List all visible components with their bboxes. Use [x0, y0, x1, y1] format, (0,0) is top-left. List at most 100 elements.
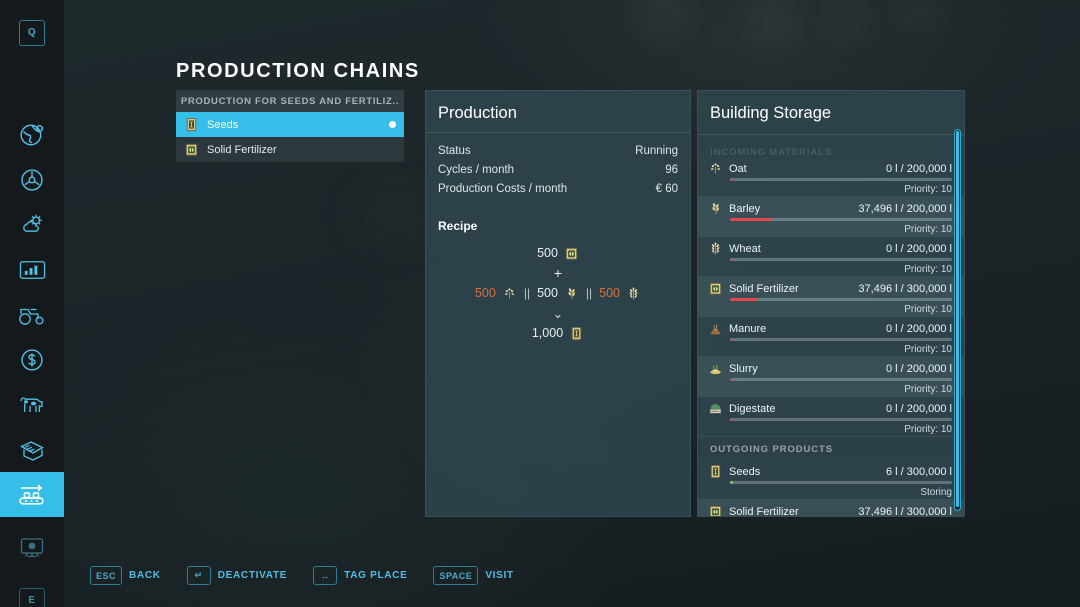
bg-blob [750, 0, 792, 42]
divider [698, 134, 964, 135]
help-label: DEACTIVATE [217, 570, 288, 581]
storage-scrollbar[interactable] [954, 129, 961, 511]
help-item-tag-place[interactable]: ↔ TAG PLACE [313, 566, 407, 585]
help-item-visit[interactable]: SPACE VISIT [433, 566, 513, 585]
help-item-deactivate[interactable]: ↵ DEACTIVATE [186, 566, 288, 585]
storage-item-quantity: 0 l / 200,000 l [885, 402, 952, 415]
sidebar-item-vehicles[interactable] [0, 292, 64, 337]
digestate-icon [708, 401, 723, 416]
documents-icon [18, 437, 46, 463]
barley-icon [708, 201, 723, 216]
bar-chart-icon [19, 259, 46, 281]
steering-wheel-icon [19, 167, 45, 193]
section-header-incoming: INCOMING MATERIALS [710, 147, 833, 157]
storage-item-status: Priority: 10 [904, 423, 952, 435]
weather-cloud-sun-icon [19, 211, 46, 238]
storage-item-quantity: 0 l / 200,000 l [885, 362, 952, 375]
storage-row[interactable]: Manure 0 l / 200,000 l Priority: 10 [698, 317, 964, 356]
tractor-icon [17, 303, 47, 327]
recipe-amount-output: 1,000 [531, 326, 564, 340]
sidebar-item-production[interactable] [0, 472, 64, 517]
fertilizer-bag-icon [708, 504, 723, 516]
chain-list-header: PRODUCTION FOR SEEDS AND FERTILIZ.. [176, 90, 404, 112]
help-label: VISIT [485, 570, 514, 581]
fertilizer-bag-icon [708, 281, 723, 296]
recipe-input-primary: 500 [438, 243, 678, 263]
storage-row[interactable]: Slurry 0 l / 200,000 l Priority: 10 [698, 357, 964, 396]
storage-item-quantity: 37,496 l / 300,000 l [858, 282, 952, 295]
key-q-icon: Q [19, 19, 45, 46]
recipe-body: 500 + 500 || 500 || 500 ⌄ 1,000 [426, 233, 690, 343]
stat-value: Running [635, 145, 678, 157]
recipe-separator: || [523, 286, 531, 300]
key-esc-icon: ESC [90, 566, 123, 585]
storage-row[interactable]: Oat 0 l / 200,000 l Priority: 10 [698, 157, 964, 196]
storage-list[interactable]: INCOMING MATERIALS Oat 0 l / 200,000 l Pri… [698, 147, 964, 516]
sidebar-item-statistics[interactable] [0, 247, 64, 292]
sidebar-item-vehicles-steering[interactable] [0, 157, 64, 202]
production-stats: Status Running Cycles / month 96 Product… [426, 133, 690, 199]
barley-icon [564, 286, 579, 301]
chain-list-item-seeds[interactable]: Seeds [176, 112, 404, 137]
page-title: PRODUCTION CHAINS [176, 60, 420, 82]
sidebar-item-finances[interactable] [0, 337, 64, 382]
recipe-separator: || [585, 286, 593, 300]
storage-item-name: Wheat [729, 242, 761, 255]
sidebar-item-interact[interactable]: E [0, 578, 64, 607]
production-panel: Production Status Running Cycles / month… [425, 90, 691, 517]
sidebar-item-quick-menu[interactable]: Q [0, 10, 64, 55]
slurry-icon [708, 361, 723, 376]
storage-item-name: Manure [729, 322, 767, 335]
production-panel-title: Production [438, 104, 517, 122]
bg-blob [640, 0, 686, 34]
storage-panel-title: Building Storage [710, 104, 832, 122]
section-header-outgoing: OUTGOING PRODUCTS [710, 444, 833, 455]
storage-item-status: Priority: 10 [904, 383, 952, 395]
fill-level-bar [730, 178, 952, 181]
scrollbar-thumb[interactable] [956, 131, 959, 507]
wheat-icon [708, 241, 723, 256]
fertilizer-bag-icon [184, 142, 199, 157]
stat-value: 96 [665, 164, 678, 176]
chain-list-item-solid-fertilizer[interactable]: Solid Fertilizer [176, 137, 404, 162]
cow-icon [17, 393, 47, 417]
stat-row-costs: Production Costs / month € 60 [438, 180, 678, 199]
sidebar-item-display[interactable] [0, 525, 64, 570]
game-hud-root: Q E PRODUCTION CHAINS PRODUCTION FOR SEE… [0, 0, 1080, 607]
sidebar-item-map[interactable] [0, 112, 64, 157]
help-bar: ESC BACK ↵ DEACTIVATE ↔ TAG PLACE SPACE … [90, 566, 514, 585]
manure-icon [708, 321, 723, 336]
storage-row[interactable]: Seeds 6 l / 300,000 l Storing [698, 460, 964, 499]
storage-row[interactable]: Barley 37,496 l / 200,000 l Priority: 10 [698, 197, 964, 236]
sidebar-item-animals[interactable] [0, 382, 64, 427]
seeds-bag-icon [708, 464, 723, 479]
chain-item-label: Seeds [207, 118, 239, 131]
seeds-bag-icon [184, 117, 199, 132]
sidebar-item-contracts[interactable] [0, 427, 64, 472]
help-label: BACK [129, 570, 161, 581]
bg-blob [900, 0, 940, 28]
storage-item-quantity: 0 l / 200,000 l [885, 322, 952, 335]
storage-row[interactable]: Digestate 0 l / 200,000 l Priority: 10 [698, 397, 964, 436]
storage-row[interactable]: Solid Fertilizer 37,496 l / 300,000 l Prio… [698, 277, 964, 316]
stat-value: € 60 [655, 183, 678, 195]
storage-item-status: Priority: 10 [904, 263, 952, 275]
storage-item-quantity: 0 l / 200,000 l [885, 162, 952, 175]
sidebar-item-weather[interactable] [0, 202, 64, 247]
storage-item-status: Priority: 10 [904, 183, 952, 195]
storage-item-name: Solid Fertilizer [729, 505, 799, 517]
storage-item-quantity: 37,496 l / 200,000 l [858, 202, 952, 215]
key-e-label: E [28, 595, 36, 606]
storage-row[interactable]: Solid Fertilizer37,496 l / 300,000 lStor… [698, 500, 964, 516]
recipe-amount: 500 [537, 246, 558, 260]
fill-level-bar [730, 298, 952, 301]
stat-label: Production Costs / month [438, 183, 568, 195]
stat-row-status: Status Running [438, 142, 678, 161]
storage-item-name: Digestate [729, 402, 776, 415]
fill-level-bar [730, 418, 952, 421]
storage-item-name: Barley [729, 202, 761, 215]
key-left-right-arrow-icon: ↔ [313, 566, 338, 585]
storage-row[interactable]: Wheat 0 l / 200,000 l Priority: 10 [698, 237, 964, 276]
help-item-back[interactable]: ESC BACK [90, 566, 161, 585]
storage-item-name: Seeds [729, 465, 761, 478]
